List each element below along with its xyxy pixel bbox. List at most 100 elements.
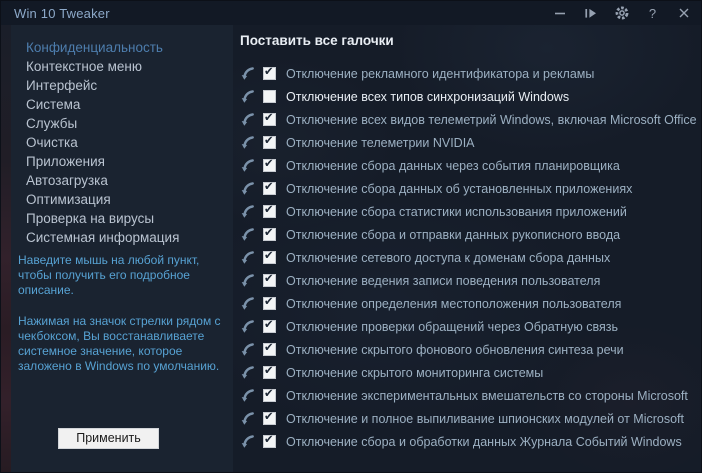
- checkbox-label: Отключение ведения записи поведения поль…: [286, 273, 601, 288]
- checkbox-label: Отключение рекламного идентификатора и р…: [286, 66, 595, 81]
- checkbox[interactable]: ✔: [263, 319, 276, 333]
- checkbox-label: Отключение сбора и отправки данных рукоп…: [286, 227, 621, 242]
- sidebar-item[interactable]: Оптимизация: [11, 190, 233, 209]
- checkbox-label: Отключение проверки обращений через Обра…: [286, 319, 618, 334]
- titlebar: Win 10 Tweaker ?: [1, 1, 701, 25]
- checkbox[interactable]: ✔: [263, 273, 276, 287]
- restore-default-arrow-icon[interactable]: [240, 204, 255, 219]
- check-icon: ✔: [264, 434, 274, 446]
- help-icon: ?: [648, 5, 657, 21]
- app-window: Win 10 Tweaker ? Конфиденциальность Конт…: [0, 0, 702, 473]
- restore-default-arrow-icon[interactable]: [240, 296, 255, 311]
- checkbox[interactable]: ✔: [263, 90, 276, 103]
- minimize-button[interactable]: [544, 1, 575, 25]
- sidebar-item[interactable]: Приложения: [11, 152, 233, 171]
- sidebar-nav: Конфиденциальность Контекстное меню Интерф…: [11, 38, 233, 247]
- tweak-row[interactable]: ✔ Отключение рекламного идентификатора и…: [233, 62, 701, 85]
- checkbox[interactable]: ✔: [263, 365, 276, 379]
- check-icon: ✔: [264, 135, 274, 147]
- checkbox[interactable]: ✔: [263, 112, 276, 126]
- checkbox-label: Отключение сбора данных об установленных…: [286, 181, 633, 196]
- sidebar-item[interactable]: Контекстное меню: [11, 57, 233, 76]
- checkbox[interactable]: ✔: [263, 342, 276, 356]
- tweak-row[interactable]: ✔ Отключение сбора и обработки данных Жу…: [233, 430, 701, 453]
- tweak-row[interactable]: ✔ Отключение сетевого доступа к доменам …: [233, 246, 701, 269]
- tweak-row[interactable]: ✔ Отключение сбора статистики использова…: [233, 200, 701, 223]
- restore-default-arrow-icon[interactable]: [240, 227, 255, 242]
- checkbox-label: Отключение сбора и обработки данных Журн…: [286, 434, 682, 449]
- checkbox[interactable]: ✔: [263, 250, 276, 264]
- restore-default-arrow-icon[interactable]: [240, 135, 255, 150]
- sidebar-item[interactable]: Интерфейс: [11, 76, 233, 95]
- tweak-row[interactable]: ✔ Отключение определения местоположения …: [233, 292, 701, 315]
- close-button[interactable]: [668, 1, 699, 25]
- check-icon: ✔: [264, 296, 274, 308]
- checkbox-label: Отключение скрытого фонового обновления …: [286, 342, 624, 357]
- restore-default-arrow-icon[interactable]: [240, 158, 255, 173]
- tweak-row[interactable]: ✔ Отключение скрытого фонового обновлени…: [233, 338, 701, 361]
- restore-default-arrow-icon[interactable]: [240, 434, 255, 449]
- checkbox-label: Отключение скрытого мониторинга системы: [286, 365, 544, 380]
- sidebar-item[interactable]: Проверка на вирусы: [11, 209, 233, 228]
- check-icon: ✔: [264, 342, 274, 354]
- page-title: Поставить все галочки: [240, 33, 394, 48]
- sidebar-item[interactable]: Система: [11, 95, 233, 114]
- run-button[interactable]: [575, 1, 606, 25]
- check-icon: ✔: [264, 250, 274, 262]
- main-panel: Поставить все галочки ✔ Отключение рекла…: [233, 25, 701, 472]
- tweak-row[interactable]: ✔ Отключение сбора данных через события …: [233, 154, 701, 177]
- restore-default-arrow-icon[interactable]: [240, 365, 255, 380]
- checkbox[interactable]: ✔: [263, 135, 276, 149]
- tweak-row[interactable]: ✔ Отключение и полное выпиливание шпионс…: [233, 407, 701, 430]
- checkbox[interactable]: ✔: [263, 227, 276, 241]
- check-icon: ✔: [264, 319, 274, 331]
- restore-default-arrow-icon[interactable]: [240, 388, 255, 403]
- close-icon: [679, 8, 688, 18]
- tweak-row[interactable]: ✔ Отключение проверки обращений через Об…: [233, 315, 701, 338]
- sidebar-item[interactable]: Конфиденциальность: [11, 38, 233, 57]
- run-icon: [585, 8, 596, 18]
- checkbox[interactable]: ✔: [263, 434, 276, 448]
- checkbox-label: Отключение телеметрии NVIDIA: [286, 135, 475, 150]
- checkbox[interactable]: ✔: [263, 204, 276, 218]
- checkbox[interactable]: ✔: [263, 411, 276, 425]
- checkbox-label: Отключение сбора статистики использовани…: [286, 204, 627, 219]
- gear-icon: [615, 6, 628, 20]
- restore-default-arrow-icon[interactable]: [240, 112, 255, 127]
- tweak-row[interactable]: ✔ Отключение всех типов синхронизаций Wi…: [233, 85, 701, 108]
- tweak-row[interactable]: ✔ Отключение сбора и отправки данных рук…: [233, 223, 701, 246]
- checkbox[interactable]: ✔: [263, 388, 276, 402]
- tweak-row[interactable]: ✔ Отключение телеметрии NVIDIA: [233, 131, 701, 154]
- apply-button[interactable]: Применить: [58, 428, 159, 449]
- checkbox[interactable]: ✔: [263, 181, 276, 195]
- checkbox[interactable]: ✔: [263, 296, 276, 310]
- tweak-list: ✔ Отключение рекламного идентификатора и…: [233, 62, 701, 453]
- help-button[interactable]: ?: [637, 1, 668, 25]
- tweak-row[interactable]: ✔ Отключение всех видов телеметрий Windo…: [233, 108, 701, 131]
- restore-default-arrow-icon[interactable]: [240, 411, 255, 426]
- window-title: Win 10 Tweaker: [14, 5, 110, 21]
- tweak-row[interactable]: ✔ Отключение ведения записи поведения по…: [233, 269, 701, 292]
- checkbox-label: Отключение сбора данных через события пл…: [286, 158, 620, 173]
- check-icon: ✔: [264, 227, 274, 239]
- restore-default-arrow-icon[interactable]: [240, 66, 255, 81]
- restore-default-arrow-icon[interactable]: [240, 89, 255, 104]
- tweak-row[interactable]: ✔ Отключение сбора данных об установленн…: [233, 177, 701, 200]
- check-icon: ✔: [264, 112, 274, 124]
- sidebar-item[interactable]: Очистка: [11, 133, 233, 152]
- checkbox[interactable]: ✔: [263, 158, 276, 172]
- sidebar-item[interactable]: Службы: [11, 114, 233, 133]
- restore-default-arrow-icon[interactable]: [240, 181, 255, 196]
- desktop-background-strip: [1, 25, 11, 472]
- restore-default-arrow-icon[interactable]: [240, 250, 255, 265]
- checkbox[interactable]: ✔: [263, 66, 276, 80]
- tweak-row[interactable]: ✔ Отключение экспериментальных вмешатель…: [233, 384, 701, 407]
- sidebar-item[interactable]: Системная информация: [11, 228, 233, 247]
- checkbox-label: Отключение сетевого доступа к доменам сб…: [286, 250, 611, 265]
- settings-button[interactable]: [606, 1, 637, 25]
- restore-default-arrow-icon[interactable]: [240, 342, 255, 357]
- restore-default-arrow-icon[interactable]: [240, 273, 255, 288]
- tweak-row[interactable]: ✔ Отключение скрытого мониторинга систем…: [233, 361, 701, 384]
- restore-default-arrow-icon[interactable]: [240, 319, 255, 334]
- sidebar-item[interactable]: Автозагрузка: [11, 171, 233, 190]
